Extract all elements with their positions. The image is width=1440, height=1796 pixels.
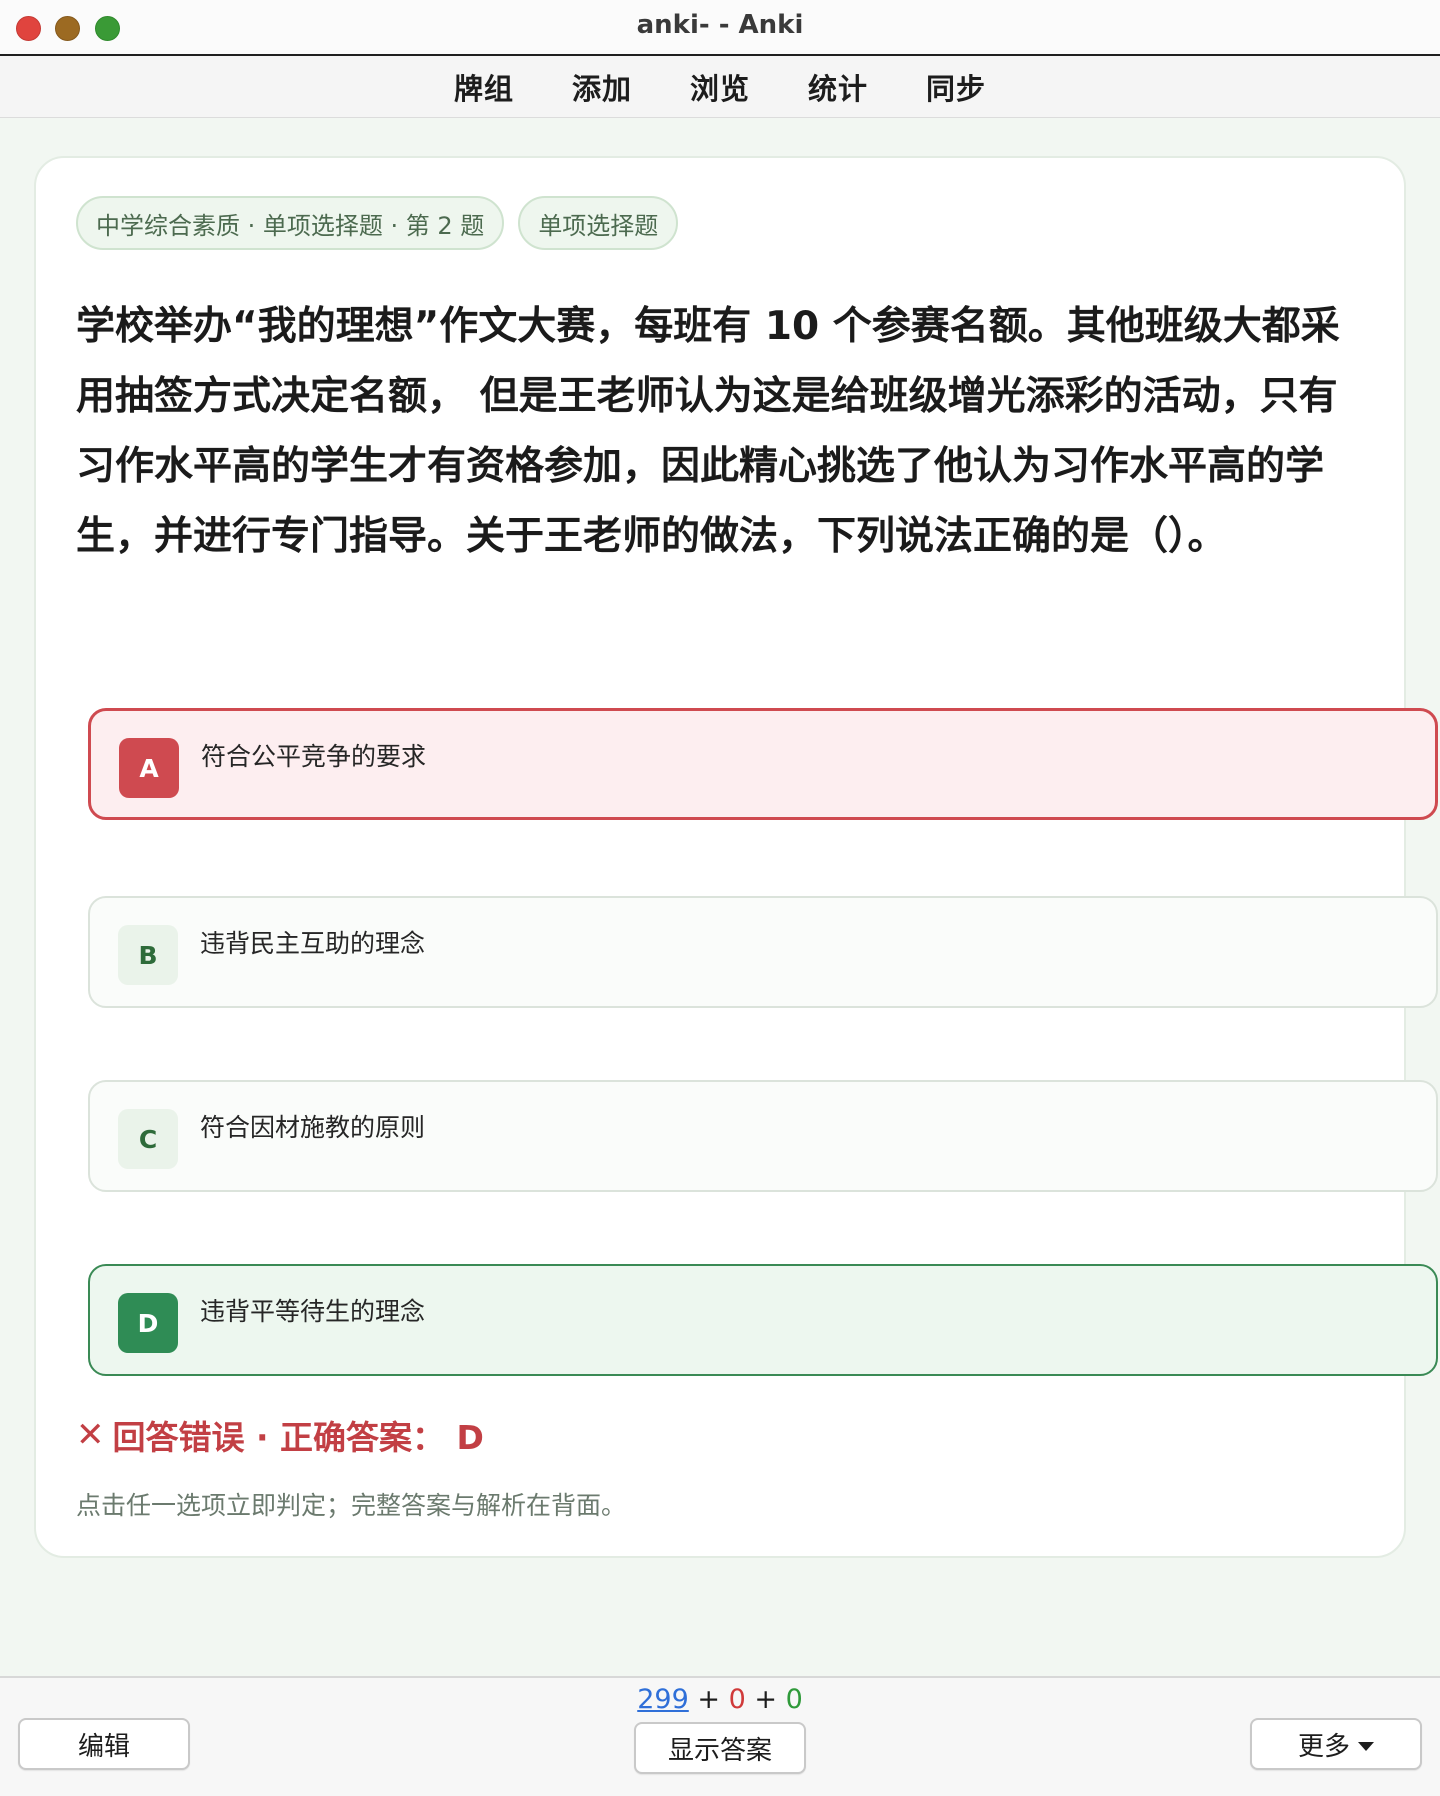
option-text-c: 符合因材施教的原则	[200, 1113, 426, 1142]
nav-browse[interactable]: 浏览	[690, 66, 750, 108]
nav-decks[interactable]: 牌组	[454, 66, 514, 108]
new-count[interactable]: 299	[637, 1684, 689, 1715]
option-text-d: 违背平等待生的理念	[200, 1297, 426, 1326]
option-text-a: 符合公平竞争的要求	[201, 742, 427, 771]
nav-stats[interactable]: 统计	[808, 66, 868, 108]
option-a[interactable]: A 符合公平竞争的要求	[88, 708, 1438, 820]
review-count: 0	[785, 1684, 803, 1715]
option-text-b: 违背民主互助的理念	[200, 929, 426, 958]
review-area: 中学综合素质 · 单项选择题 · 第 2 题 单项选择题 学校举办“我的理想”作…	[0, 118, 1440, 1676]
count-separator: +	[745, 1684, 786, 1715]
dropdown-caret-icon	[1358, 1741, 1374, 1751]
option-letter-a: A	[119, 738, 179, 798]
more-label: 更多	[1297, 1731, 1350, 1762]
wrong-x-icon: ✕	[76, 1415, 105, 1455]
tag-type: 单项选择题	[518, 196, 679, 250]
nav-add[interactable]: 添加	[572, 66, 632, 108]
question-text: 学校举办“我的理想”作文大赛，每班有 10 个参赛名额。其他班级大都采用抽签方式…	[76, 304, 1340, 559]
top-nav: 牌组 添加 浏览 统计 同步	[0, 56, 1440, 118]
edit-button[interactable]: 编辑	[18, 1718, 190, 1770]
show-answer-button[interactable]: 显示答案	[634, 1722, 806, 1774]
option-letter-b: B	[118, 925, 178, 985]
option-letter-d: D	[118, 1293, 178, 1353]
learn-count: 0	[728, 1684, 746, 1715]
nav-sync[interactable]: 同步	[926, 66, 986, 108]
option-b[interactable]: B 违背民主互助的理念	[88, 896, 1438, 1008]
due-counts: 299 + 0 + 0	[0, 1684, 1440, 1715]
tag-source: 中学综合素质 · 单项选择题 · 第 2 题	[76, 196, 505, 250]
title-bar: anki- - Anki	[0, 0, 1440, 56]
option-d[interactable]: D 违背平等待生的理念	[88, 1264, 1438, 1376]
option-c[interactable]: C 符合因材施教的原则	[88, 1080, 1438, 1192]
result-message: ✕ 回答错误 · 正确答案： D	[76, 1411, 484, 1459]
anki-window: anki- - Anki 牌组 添加 浏览 统计 同步 中学综合素质 · 单项选…	[0, 0, 1440, 1796]
question-card: 中学综合素质 · 单项选择题 · 第 2 题 单项选择题 学校举办“我的理想”作…	[34, 156, 1438, 1558]
tag-row: 中学综合素质 · 单项选择题 · 第 2 题 单项选择题	[76, 196, 679, 250]
more-button[interactable]: 更多	[1250, 1718, 1422, 1770]
result-text: 回答错误 · 正确答案： D	[112, 1418, 484, 1457]
hint-text: 点击任一选项立即判定；完整答案与解析在背面。	[76, 1491, 627, 1520]
option-letter-c: C	[118, 1109, 178, 1169]
window-title: anki- - Anki	[636, 10, 804, 40]
count-separator: +	[688, 1684, 729, 1715]
bottom-bar: 299 + 0 + 0 编辑 显示答案 更多	[0, 1676, 1440, 1796]
